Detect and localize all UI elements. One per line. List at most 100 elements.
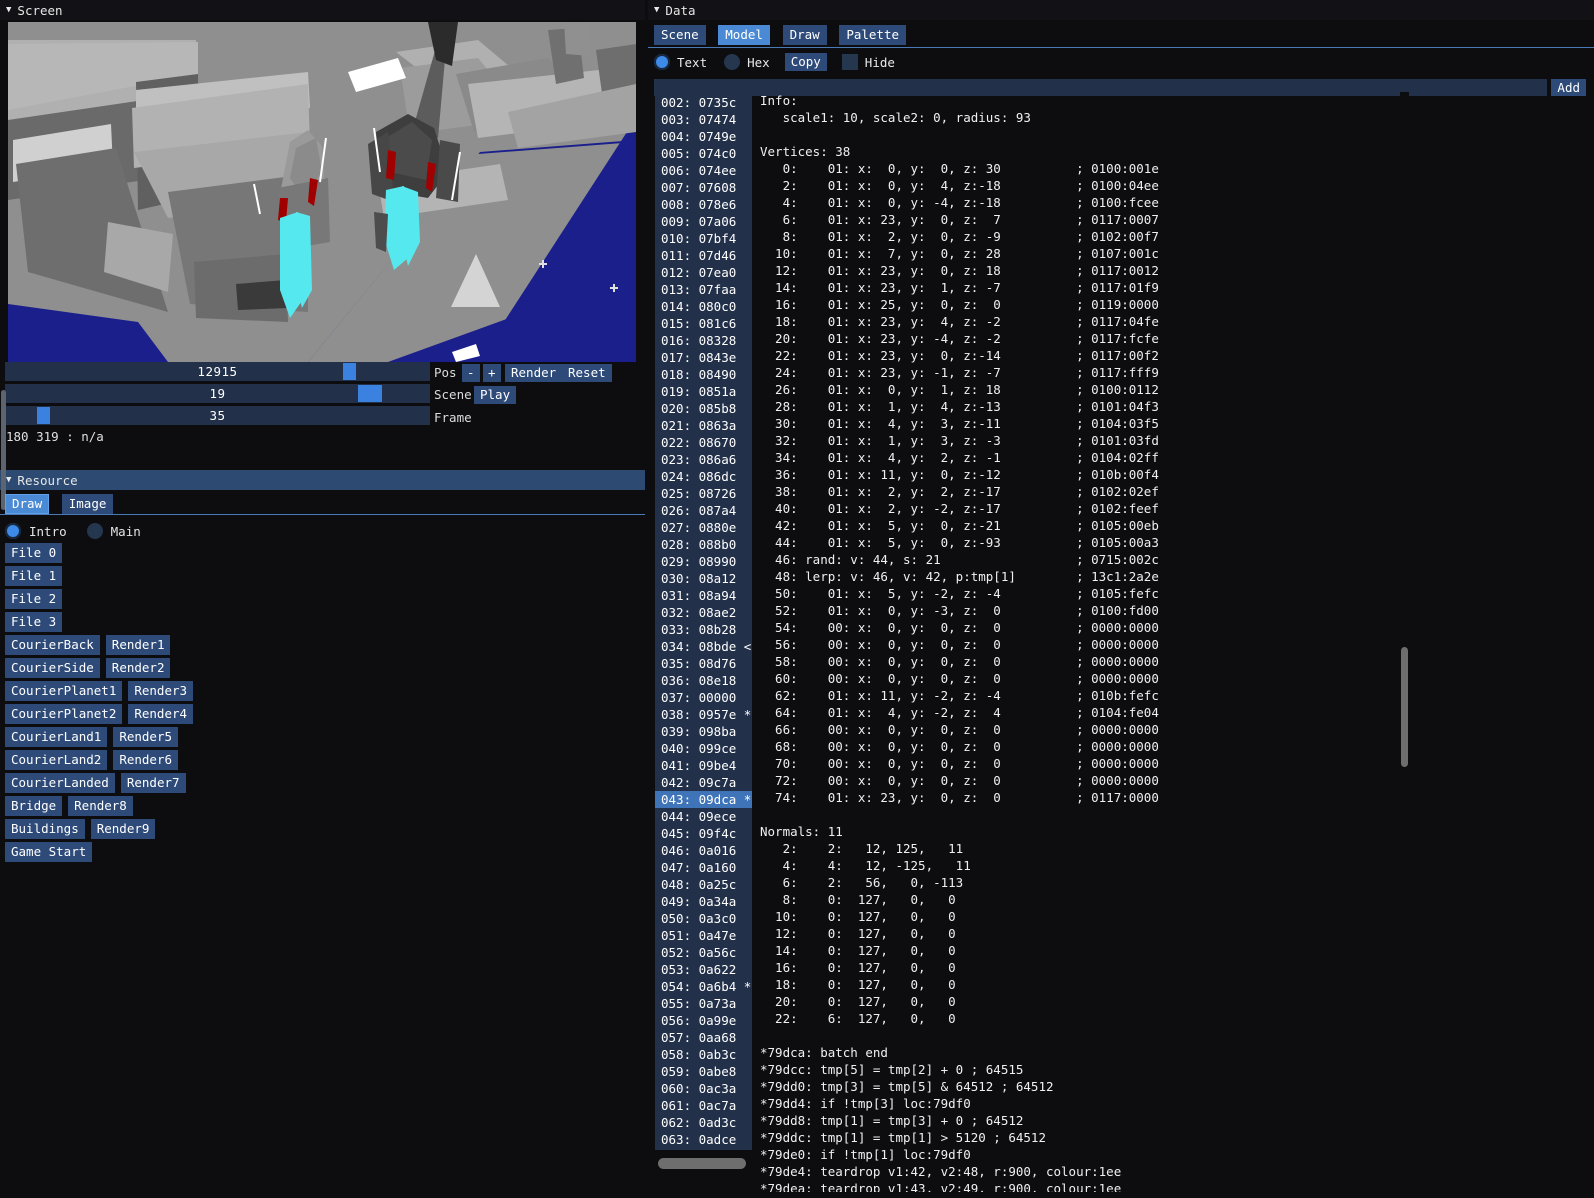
- resource-button-game-start[interactable]: Game Start: [5, 842, 92, 862]
- frame-slider-knob[interactable]: [37, 407, 50, 424]
- resource-button-file-1[interactable]: File 1: [5, 566, 62, 586]
- tab-draw[interactable]: Draw: [5, 494, 49, 514]
- address-list-item[interactable]: 021: 0863a: [655, 417, 752, 434]
- address-list-item[interactable]: 005: 074c0: [655, 145, 752, 162]
- resource-button-buildings[interactable]: Buildings: [5, 819, 85, 839]
- address-list-item[interactable]: 011: 07d46: [655, 247, 752, 264]
- address-list[interactable]: 002: 0735c003: 07474004: 0749e005: 074c0…: [655, 92, 752, 1150]
- triangle-down-icon[interactable]: ▼: [6, 6, 11, 15]
- resource-button-file-3[interactable]: File 3: [5, 612, 62, 632]
- reset-button[interactable]: Reset: [562, 364, 612, 382]
- address-list-item[interactable]: 012: 07ea0: [655, 264, 752, 281]
- address-list-item[interactable]: 048: 0a25c: [655, 876, 752, 893]
- resource-button-render7[interactable]: Render7: [121, 773, 186, 793]
- hide-checkbox[interactable]: [842, 54, 858, 70]
- address-list-item[interactable]: 061: 0ac7a: [655, 1097, 752, 1114]
- copy-button[interactable]: Copy: [785, 53, 827, 71]
- address-list-item[interactable]: 016: 08328: [655, 332, 752, 349]
- address-list-item[interactable]: 029: 08990: [655, 553, 752, 570]
- address-list-item[interactable]: 014: 080c0: [655, 298, 752, 315]
- address-list-item[interactable]: 038: 0957e *: [655, 706, 752, 723]
- tab-palette[interactable]: Palette: [839, 25, 906, 45]
- pos-slider-knob[interactable]: [343, 363, 356, 380]
- address-list-item[interactable]: 055: 0a73a: [655, 995, 752, 1012]
- address-list-item[interactable]: 050: 0a3c0: [655, 910, 752, 927]
- address-list-item[interactable]: 039: 098ba: [655, 723, 752, 740]
- address-list-item[interactable]: 035: 08d76: [655, 655, 752, 672]
- resource-button-render6[interactable]: Render6: [113, 750, 178, 770]
- tab-draw[interactable]: Draw: [783, 25, 827, 45]
- radio-main[interactable]: [87, 523, 103, 539]
- address-list-item[interactable]: 020: 085b8: [655, 400, 752, 417]
- address-list-item[interactable]: 032: 08ae2: [655, 604, 752, 621]
- address-list-item[interactable]: 059: 0abe8: [655, 1063, 752, 1080]
- address-list-item[interactable]: 056: 0a99e: [655, 1012, 752, 1029]
- address-list-item[interactable]: 054: 0a6b4 *: [655, 978, 752, 995]
- address-list-item[interactable]: 009: 07a06: [655, 213, 752, 230]
- resource-panel-header[interactable]: ▼ Resource: [0, 470, 645, 490]
- dump-left-scrollbar-thumb[interactable]: [1401, 647, 1408, 767]
- resource-button-courierland2[interactable]: CourierLand2: [5, 750, 107, 770]
- resource-button-courierplanet1[interactable]: CourierPlanet1: [5, 681, 122, 701]
- play-button[interactable]: Play: [474, 386, 516, 404]
- render-button[interactable]: Render: [505, 364, 562, 382]
- pos-slider[interactable]: 12915: [5, 362, 430, 381]
- pos-decrement-button[interactable]: -: [462, 364, 480, 382]
- pos-increment-button[interactable]: +: [483, 364, 501, 382]
- address-list-item[interactable]: 052: 0a56c: [655, 944, 752, 961]
- address-list-item[interactable]: 004: 0749e: [655, 128, 752, 145]
- tab-model[interactable]: Model: [718, 25, 770, 45]
- address-list-item[interactable]: 064: 0ae24: [655, 1148, 752, 1150]
- address-list-item[interactable]: 063: 0adce: [655, 1131, 752, 1148]
- address-list-item[interactable]: 008: 078e6: [655, 196, 752, 213]
- resource-button-file-0[interactable]: File 0: [5, 543, 62, 563]
- address-list-item[interactable]: 044: 09ece: [655, 808, 752, 825]
- address-list-item[interactable]: 019: 0851a: [655, 383, 752, 400]
- data-panel-header[interactable]: ▼ Data: [648, 0, 1594, 20]
- scene-slider[interactable]: 19: [5, 384, 430, 403]
- resource-button-courierback[interactable]: CourierBack: [5, 635, 100, 655]
- resource-button-render9[interactable]: Render9: [91, 819, 156, 839]
- address-list-item[interactable]: 062: 0ad3c: [655, 1114, 752, 1131]
- address-list-item[interactable]: 017: 0843e: [655, 349, 752, 366]
- address-list-item[interactable]: 060: 0ac3a: [655, 1080, 752, 1097]
- address-list-item[interactable]: 013: 07faa: [655, 281, 752, 298]
- triangle-down-icon[interactable]: ▼: [654, 6, 659, 15]
- radio-text[interactable]: [654, 54, 670, 70]
- address-list-item[interactable]: 028: 088b0: [655, 536, 752, 553]
- address-list-item[interactable]: 040: 099ce: [655, 740, 752, 757]
- tab-scene[interactable]: Scene: [654, 25, 706, 45]
- resource-button-render4[interactable]: Render4: [128, 704, 193, 724]
- render-viewport[interactable]: [8, 22, 636, 362]
- address-list-hscrollbar[interactable]: [658, 1158, 750, 1169]
- screen-panel-header[interactable]: ▼ Screen: [0, 0, 645, 20]
- address-list-item[interactable]: 002: 0735c: [655, 94, 752, 111]
- resource-button-render3[interactable]: Render3: [128, 681, 193, 701]
- resource-button-render8[interactable]: Render8: [68, 796, 133, 816]
- address-list-item[interactable]: 049: 0a34a: [655, 893, 752, 910]
- address-list-item[interactable]: 051: 0a47e: [655, 927, 752, 944]
- resource-button-render5[interactable]: Render5: [113, 727, 178, 747]
- frame-slider[interactable]: 35: [5, 406, 430, 425]
- address-list-item[interactable]: 024: 086dc: [655, 468, 752, 485]
- address-list-item[interactable]: 053: 0a622: [655, 961, 752, 978]
- address-list-item[interactable]: 022: 08670: [655, 434, 752, 451]
- address-list-item[interactable]: 010: 07bf4: [655, 230, 752, 247]
- address-list-item[interactable]: 003: 07474: [655, 111, 752, 128]
- address-list-item[interactable]: 058: 0ab3c: [655, 1046, 752, 1063]
- address-list-item[interactable]: 018: 08490: [655, 366, 752, 383]
- triangle-down-icon[interactable]: ▼: [6, 476, 11, 485]
- resource-button-courierland1[interactable]: CourierLand1: [5, 727, 107, 747]
- radio-intro[interactable]: [5, 523, 21, 539]
- address-list-item[interactable]: 041: 09be4: [655, 757, 752, 774]
- address-list-item[interactable]: 045: 09f4c: [655, 825, 752, 842]
- dump-left-scrollbar[interactable]: [1400, 92, 1409, 1172]
- panel-divider-scrollbar-thumb[interactable]: [1, 390, 6, 510]
- address-list-item[interactable]: 057: 0aa68: [655, 1029, 752, 1046]
- address-list-item[interactable]: 006: 074ee: [655, 162, 752, 179]
- address-list-item[interactable]: 025: 08726: [655, 485, 752, 502]
- address-list-item[interactable]: 015: 081c6: [655, 315, 752, 332]
- address-list-item[interactable]: 037: 00000: [655, 689, 752, 706]
- address-list-item[interactable]: 031: 08a94: [655, 587, 752, 604]
- address-list-hscrollbar-thumb[interactable]: [658, 1158, 746, 1169]
